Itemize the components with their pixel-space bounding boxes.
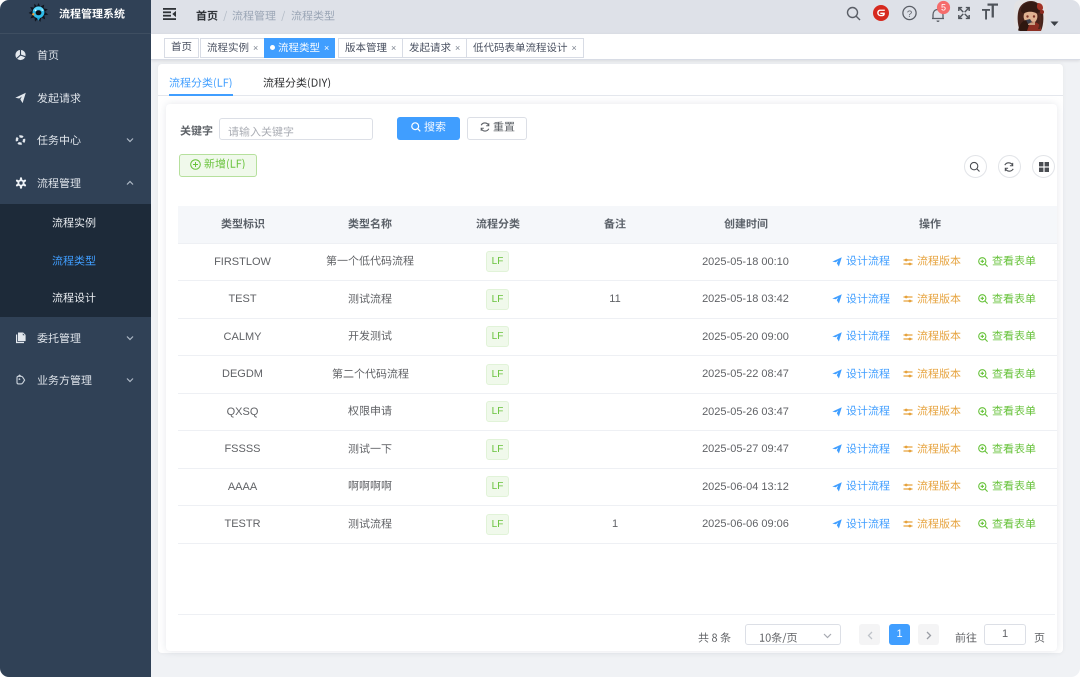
svg-text:?: ? — [907, 9, 912, 20]
svg-text:5: 5 — [941, 3, 946, 13]
